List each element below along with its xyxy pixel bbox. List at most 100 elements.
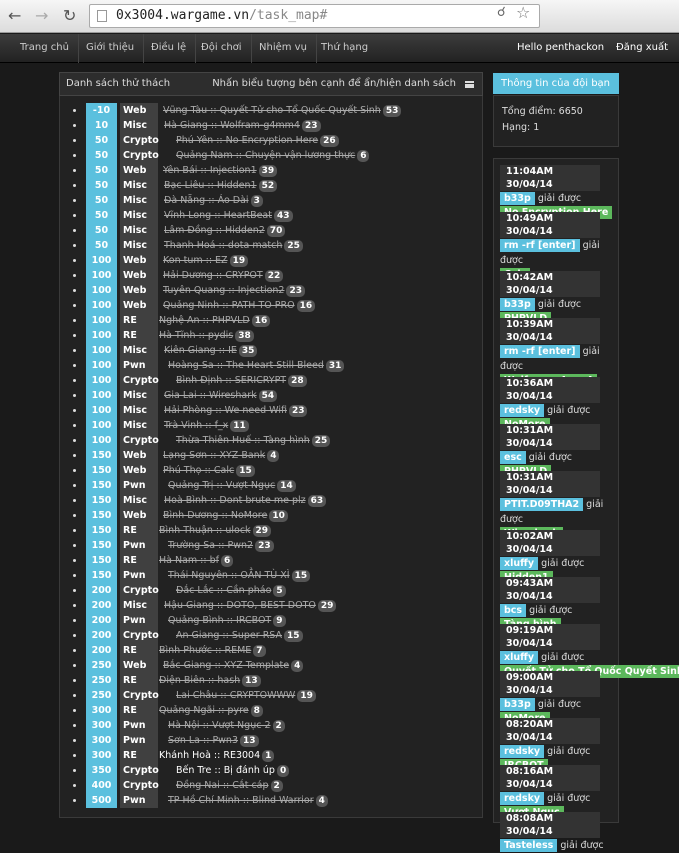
challenge-title[interactable]: Bạc Liêu :: Hidden1: [164, 180, 257, 191]
challenge-row[interactable]: 50 Misc Thanh Hoá :: dota match 25: [70, 238, 480, 253]
challenge-name[interactable]: Bình Phước :: REME 7: [159, 644, 266, 657]
team-link[interactable]: bcs: [500, 604, 527, 617]
challenge-row[interactable]: 100 Misc Kiên Giang :: IE 35: [70, 343, 480, 358]
challenge-name[interactable]: Sơn La :: Pwn3 13: [168, 734, 259, 747]
challenge-title[interactable]: Gia Lai :: Wireshark: [164, 390, 257, 401]
challenge-title[interactable]: Bình Thuận :: ulock: [159, 525, 251, 536]
challenge-title[interactable]: Kiên Giang :: IE: [164, 345, 237, 356]
challenge-title[interactable]: Thừa Thiên Huế :: Tàng hình: [176, 435, 310, 446]
challenge-row[interactable]: 200 Crypto An Giang :: Super RSA 15: [70, 628, 480, 643]
challenge-row[interactable]: 300 Pwn Sơn La :: Pwn3 13: [70, 733, 480, 748]
challenge-title[interactable]: Quảng Bình :: IRCBOT: [168, 615, 271, 626]
challenge-name[interactable]: Đắc Lắc :: Cần pháo 5: [176, 584, 286, 597]
challenge-row[interactable]: 100 Web Hải Dương :: CRYPOT 22: [70, 268, 480, 283]
challenge-row[interactable]: 150 Pwn Trường Sa :: Pwn2 23: [70, 538, 480, 553]
challenge-title[interactable]: Bình Dương :: NoMore: [163, 510, 267, 521]
challenge-row[interactable]: 100 Misc Gia Lai :: Wireshark 54: [70, 388, 480, 403]
nav-about[interactable]: Giới thiệu: [77, 34, 145, 63]
challenge-name[interactable]: Hà Giang :: Wolfram-g4mm4 23: [164, 119, 321, 132]
challenge-title[interactable]: Hoà Bình :: Dont brute me plz: [164, 495, 306, 506]
team-link[interactable]: esc: [500, 451, 526, 464]
challenge-title[interactable]: Hà Nội :: Vượt Ngục 2: [168, 720, 271, 731]
challenge-name[interactable]: Hà Tĩnh :: pydis 38: [159, 329, 254, 342]
challenge-row[interactable]: 100 Web Quảng Ninh :: PATH TO PRO 16: [70, 298, 480, 313]
challenge-row[interactable]: 250 Web Bắc Giang :: XYZ Template 4: [70, 658, 480, 673]
challenge-row[interactable]: 100 RE Nghệ An :: PHPVLD 16: [70, 313, 480, 328]
challenge-name[interactable]: Hải Dương :: CRYPOT 22: [163, 269, 284, 282]
challenge-name[interactable]: Phú Yên :: No Encryption Here 26: [176, 134, 339, 147]
challenge-row[interactable]: 50 Web Yên Bái :: Injection1 39: [70, 163, 480, 178]
challenge-name[interactable]: Tuyên Quang :: Injection2 23: [163, 284, 306, 297]
challenge-name[interactable]: Phú Thọ :: Calc 15: [163, 464, 255, 477]
challenge-name[interactable]: Gia Lai :: Wireshark 54: [164, 389, 278, 402]
team-link[interactable]: xluffy: [500, 651, 539, 664]
challenge-row[interactable]: 50 Misc Lâm Đồng :: Hidden2 70: [70, 223, 480, 238]
challenge-name[interactable]: Bình Dương :: NoMore 10: [163, 509, 288, 522]
challenge-title[interactable]: Thanh Hoá :: dota match: [164, 240, 282, 251]
challenge-row[interactable]: 300 RE Khánh Hoà :: RE3004 1: [70, 748, 480, 763]
challenge-name[interactable]: Lai Châu :: CRYPTOWWW 19: [176, 689, 316, 702]
challenge-name[interactable]: Vĩnh Long :: HeartBeat 43: [164, 209, 293, 222]
address-bar[interactable]: 0x3004.wargame.vn/task_map#: [89, 4, 540, 28]
challenge-row[interactable]: 50 Crypto Phú Yên :: No Encryption Here 26: [70, 133, 480, 148]
reload-icon[interactable]: ↻: [63, 8, 76, 24]
challenge-row[interactable]: 300 RE Quảng Ngãi :: pyre 8: [70, 703, 480, 718]
challenge-row[interactable]: 150 RE Bình Thuận :: ulock 29: [70, 523, 480, 538]
challenge-name[interactable]: Thanh Hoá :: dota match 25: [164, 239, 303, 252]
challenge-name[interactable]: Bình Định :: SERICRYPT 28: [176, 374, 307, 387]
challenge-name[interactable]: Điện Biên :: hash 13: [159, 674, 261, 687]
challenge-title[interactable]: Phú Yên :: No Encryption Here: [176, 135, 318, 146]
challenge-row[interactable]: 100 RE Hà Tĩnh :: pydis 38: [70, 328, 480, 343]
challenge-row[interactable]: 100 Web Tuyên Quang :: Injection2 23: [70, 283, 480, 298]
challenge-name[interactable]: Thừa Thiên Huế :: Tàng hình 25: [176, 434, 331, 447]
challenge-row[interactable]: 150 Misc Hoà Bình :: Dont brute me plz 63: [70, 493, 480, 508]
challenge-title[interactable]: Lạng Sơn :: XYZ Bank: [163, 450, 265, 461]
challenge-title[interactable]: Trà Vinh :: f_x: [164, 420, 228, 431]
challenge-name[interactable]: Hà Nam :: bf 6: [159, 554, 234, 567]
nav-ranking[interactable]: Thứ hạng: [312, 34, 377, 63]
challenge-title[interactable]: Quảng Ngãi :: pyre: [159, 705, 249, 716]
challenge-row[interactable]: 150 Web Bình Dương :: NoMore 10: [70, 508, 480, 523]
team-link[interactable]: PTIT.D09THA2: [500, 498, 584, 511]
challenge-title[interactable]: Vũng Tàu :: Quyết Tử cho Tổ Quốc Quyết S…: [163, 105, 381, 116]
challenge-title[interactable]: Đồng Nai :: Cắt cáp: [176, 780, 269, 791]
team-link[interactable]: rm -rf [enter]: [500, 239, 580, 252]
challenge-title[interactable]: Sơn La :: Pwn3: [168, 735, 238, 746]
team-link[interactable]: b33p: [500, 192, 535, 205]
challenge-name[interactable]: Kiên Giang :: IE 35: [164, 344, 258, 357]
challenge-title[interactable]: Bến Tre :: Bị đánh úp: [176, 765, 275, 776]
challenge-title[interactable]: Quảng Ninh :: PATH TO PRO: [163, 300, 295, 311]
challenge-title[interactable]: Phú Thọ :: Calc: [163, 465, 234, 476]
challenge-name[interactable]: Kon tum :: EZ 19: [163, 254, 249, 267]
back-icon[interactable]: ←: [8, 8, 21, 24]
team-link[interactable]: Tasteless: [500, 839, 558, 852]
challenge-name[interactable]: Hà Nội :: Vượt Ngục 22: [168, 719, 285, 732]
challenge-row[interactable]: 250 RE Điện Biên :: hash 13: [70, 673, 480, 688]
challenge-row[interactable]: 100 Web Kon tum :: EZ 19: [70, 253, 480, 268]
nav-rules[interactable]: Điều lệ: [142, 34, 197, 63]
challenge-row[interactable]: 150 Pwn Thái Nguyên :: OẲN TÙ XÌ 15: [70, 568, 480, 583]
list-toggle-icon[interactable]: [465, 81, 474, 88]
challenge-name[interactable]: Lạng Sơn :: XYZ Bank 4: [163, 449, 280, 462]
challenge-name[interactable]: Hải Phòng :: We need Wifi 23: [164, 404, 308, 417]
challenge-title[interactable]: Đắc Lắc :: Cần pháo: [176, 585, 271, 596]
challenge-name[interactable]: Đồng Nai :: Cắt cáp 2: [176, 779, 283, 792]
team-link[interactable]: rm -rf [enter]: [500, 345, 580, 358]
challenge-row[interactable]: 150 RE Hà Nam :: bf 6: [70, 553, 480, 568]
challenge-name[interactable]: Lâm Đồng :: Hidden2 70: [164, 224, 286, 237]
challenge-title[interactable]: Bình Phước :: REME: [159, 645, 251, 656]
challenge-row[interactable]: 100 Pwn Hoàng Sa :: The Heart Still Bleed 3…: [70, 358, 480, 373]
challenge-name[interactable]: Quảng Bình :: IRCBOT 9: [168, 614, 286, 627]
challenge-row[interactable]: 250 Crypto Lai Châu :: CRYPTOWWW 19: [70, 688, 480, 703]
challenge-row[interactable]: -10 Web Vũng Tàu :: Quyết Tử cho Tổ Quốc Q…: [70, 103, 480, 118]
team-link[interactable]: b33p: [500, 298, 535, 311]
challenge-row[interactable]: 150 Pwn Quảng Trị :: Vượt Ngục 14: [70, 478, 480, 493]
challenge-name[interactable]: Bến Tre :: Bị đánh úp 0: [176, 764, 290, 777]
logout-link[interactable]: Đăng xuất: [616, 34, 668, 63]
challenge-name[interactable]: Quảng Ngãi :: pyre 8: [159, 704, 263, 717]
challenge-title[interactable]: Quảng Nam :: Chuyện vận lương thực: [176, 150, 355, 161]
challenge-title[interactable]: Trường Sa :: Pwn2: [168, 540, 253, 551]
hello-user[interactable]: Hello penthackon: [517, 34, 604, 63]
challenge-name[interactable]: Khánh Hoà :: RE3004 1: [159, 749, 275, 762]
challenge-title[interactable]: Kon tum :: EZ: [163, 255, 228, 266]
